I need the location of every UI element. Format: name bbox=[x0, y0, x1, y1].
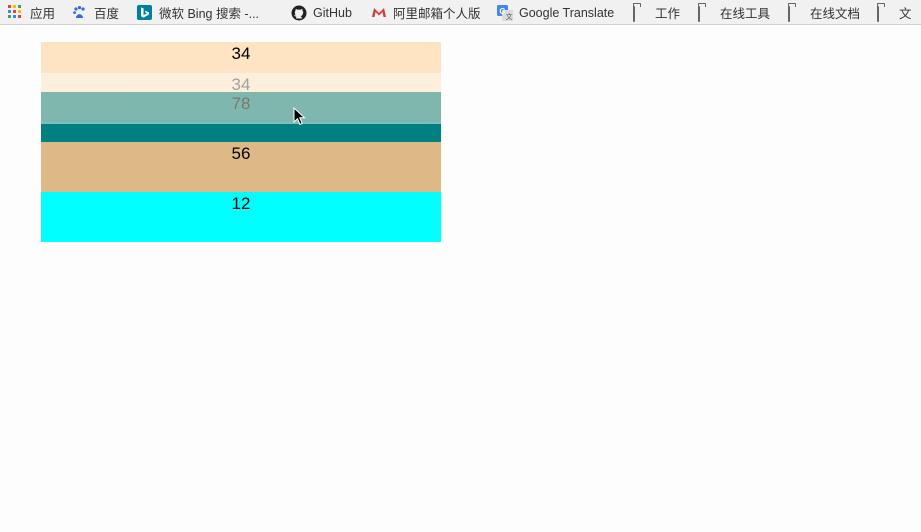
bookmarks-bar: 应用 百度 微软 Bing 搜索 -... GitHub 阿里邮箱个人版 G文 … bbox=[0, 0, 921, 25]
baidu-icon bbox=[72, 5, 87, 20]
bookmark-label: 在线文档 bbox=[810, 7, 861, 21]
bookmark-google-translate[interactable]: G文 Google Translate bbox=[497, 0, 615, 24]
bookmark-folder-online-docs[interactable]: 在线文档 bbox=[788, 0, 861, 24]
github-icon bbox=[291, 5, 307, 21]
bookmark-label: 工作 bbox=[655, 7, 681, 21]
mouse-cursor-icon bbox=[293, 107, 306, 126]
folder-icon bbox=[788, 5, 803, 22]
list-item[interactable]: 34 bbox=[41, 42, 441, 72]
folder-icon bbox=[633, 5, 648, 22]
svg-text:文: 文 bbox=[506, 12, 513, 21]
list-item-solid-strip bbox=[41, 124, 441, 142]
bookmark-label: 文 bbox=[899, 7, 912, 21]
bookmark-label: 百度 bbox=[94, 7, 120, 21]
bing-icon bbox=[137, 5, 152, 20]
bookmark-apps[interactable]: 应用 bbox=[8, 0, 56, 24]
folder-icon bbox=[877, 5, 892, 22]
bookmark-folder-docs[interactable]: 文 bbox=[877, 0, 912, 24]
bookmark-bing[interactable]: 微软 Bing 搜索 -... bbox=[137, 0, 260, 24]
list-item[interactable]: 56 bbox=[41, 142, 441, 192]
apps-icon bbox=[8, 5, 23, 20]
alimail-icon bbox=[371, 5, 386, 20]
bookmark-folder-online-tools[interactable]: 在线工具 bbox=[698, 0, 771, 24]
bookmark-label: GitHub bbox=[313, 5, 352, 20]
bookmark-folder-work[interactable]: 工作 bbox=[633, 0, 681, 24]
google-translate-icon: G文 bbox=[497, 5, 513, 21]
folder-icon bbox=[698, 5, 713, 22]
bookmark-alimail[interactable]: 阿里邮箱个人版 bbox=[371, 0, 481, 24]
list-item[interactable]: 12 bbox=[41, 192, 441, 242]
bookmark-label: Google Translate bbox=[519, 5, 615, 20]
bookmark-label: 在线工具 bbox=[720, 7, 771, 21]
bookmark-baidu[interactable]: 百度 bbox=[72, 0, 120, 24]
bookmark-label: 微软 Bing 搜索 -... bbox=[159, 7, 260, 21]
bookmark-label: 应用 bbox=[30, 7, 56, 21]
bookmark-github[interactable]: GitHub bbox=[291, 0, 352, 24]
bookmark-label: 阿里邮箱个人版 bbox=[393, 7, 481, 21]
